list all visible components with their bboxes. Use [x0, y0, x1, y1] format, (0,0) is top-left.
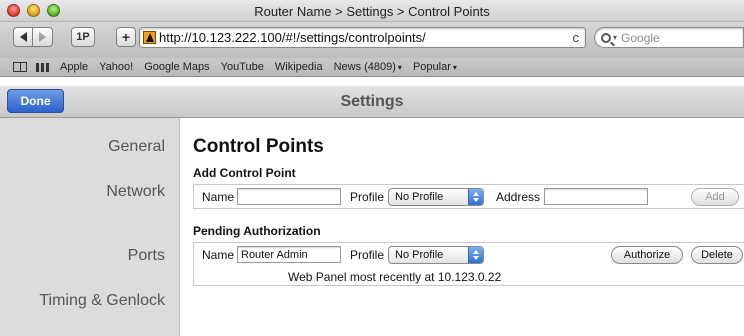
window-titlebar: Router Name > Settings > Control Points [0, 0, 744, 22]
profile-select-value: No Profile [395, 191, 444, 203]
add-control-point-heading: Add Control Point [193, 166, 296, 180]
forward-button[interactable] [33, 27, 53, 47]
select-stepper-icon [468, 247, 483, 263]
search-placeholder: Google [621, 30, 660, 45]
bookmark-youtube[interactable]: YouTube [221, 61, 264, 73]
one-password-button[interactable]: 1P [71, 27, 95, 47]
search-engine-caret-icon[interactable]: ▾ [613, 33, 617, 42]
sidebar-item-timing-genlock[interactable]: Timing & Genlock [39, 292, 165, 310]
bookmark-apple[interactable]: Apple [60, 61, 88, 73]
profile-label: Profile [350, 190, 385, 204]
address-label: Address [496, 190, 541, 204]
profile-select[interactable]: No Profile [388, 188, 484, 206]
bookmarks-bar: Apple Yahoo! Google Maps YouTube Wikiped… [0, 58, 744, 77]
name-label: Name [202, 190, 235, 204]
profile-select-value: No Profile [395, 249, 444, 261]
pending-name-input[interactable] [237, 246, 341, 263]
last-seen-status: Web Panel most recently at 10.123.0.22 [288, 270, 502, 284]
search-field[interactable]: ▾ Google [594, 27, 744, 48]
reload-icon[interactable]: c [573, 30, 580, 45]
site-favicon-icon [143, 31, 156, 44]
bookmark-folder-popular[interactable]: Popular ▾ [413, 61, 457, 73]
window-title: Router Name > Settings > Control Points [254, 4, 490, 19]
bookmark-news-label: News (4809) [333, 61, 396, 73]
reading-list-book-icon[interactable] [13, 62, 27, 72]
bookmark-google-maps[interactable]: Google Maps [144, 61, 209, 73]
authorize-button[interactable]: Authorize [611, 246, 683, 264]
sidebar-item-ports[interactable]: Ports [128, 247, 165, 265]
settings-sidebar: General Network Ports Timing & Genlock [0, 118, 180, 336]
pending-control-point-row: Name Profile No Profile Authorize Delete… [193, 242, 744, 286]
select-stepper-icon [468, 189, 483, 205]
page-header-title: Settings [340, 93, 404, 110]
bookmark-popular-label: Popular [412, 61, 451, 73]
pending-authorization-heading: Pending Authorization [193, 224, 321, 238]
address-input[interactable] [544, 188, 648, 205]
profile-label: Profile [350, 248, 385, 262]
bookmark-folder-news[interactable]: News (4809) ▾ [334, 61, 402, 73]
sidebar-item-network[interactable]: Network [106, 183, 165, 201]
add-control-point-row: Name Profile No Profile Address Add [193, 184, 744, 209]
browser-toolbar: 1P + http://10.123.222.100/#!/settings/c… [0, 22, 744, 58]
bookmark-wikipedia[interactable]: Wikipedia [275, 61, 323, 73]
forward-arrow-icon [39, 32, 46, 42]
back-button[interactable] [13, 27, 33, 47]
top-sites-grid-icon[interactable] [36, 62, 49, 72]
sidebar-item-general[interactable]: General [108, 138, 165, 156]
name-input[interactable] [237, 188, 341, 205]
bookmark-yahoo[interactable]: Yahoo! [99, 61, 133, 73]
delete-button[interactable]: Delete [691, 246, 743, 264]
main-content: Control Points Add Control Point Name Pr… [181, 118, 744, 336]
back-arrow-icon [19, 32, 27, 42]
page-title: Control Points [193, 136, 324, 157]
settings-header: Done Settings [0, 86, 744, 118]
search-icon [601, 32, 611, 43]
pending-profile-select[interactable]: No Profile [388, 246, 484, 264]
url-text[interactable]: http://10.123.222.100/#!/settings/contro… [159, 30, 573, 45]
add-button[interactable]: Add [691, 188, 739, 206]
chevron-down-icon: ▾ [397, 63, 402, 72]
chevron-down-icon: ▾ [452, 63, 457, 72]
address-bar[interactable]: http://10.123.222.100/#!/settings/contro… [139, 27, 586, 48]
add-bookmark-button[interactable]: + [116, 27, 136, 47]
name-label: Name [202, 248, 235, 262]
